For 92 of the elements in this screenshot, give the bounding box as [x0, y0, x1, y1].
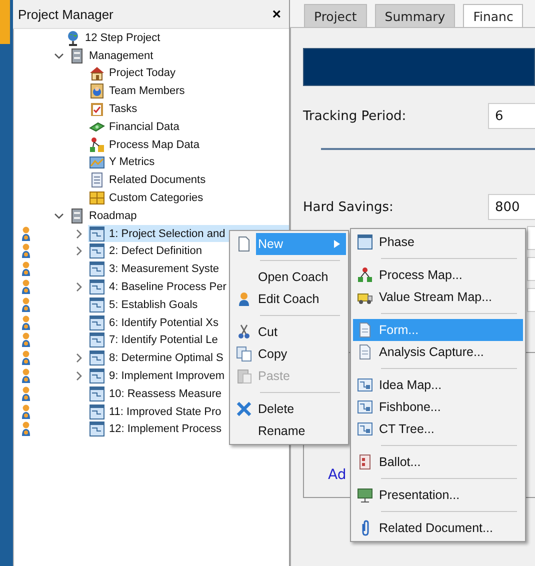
tree-item[interactable]: Financial Data: [88, 118, 182, 136]
tree-item[interactable]: Roadmap: [68, 207, 140, 224]
paste-icon: [236, 368, 252, 384]
expand-chevron-icon[interactable]: [74, 371, 84, 382]
delete-icon: [236, 401, 252, 417]
menu-item[interactable]: Open Coach: [256, 266, 346, 288]
document-icon: [357, 344, 373, 360]
document-icon: [236, 236, 252, 252]
boxes-icon: [89, 190, 105, 206]
chart-icon: [89, 154, 105, 170]
copy-icon: [236, 346, 252, 362]
menu-item[interactable]: Edit Coach: [256, 288, 346, 310]
menu-item[interactable]: CT Tree...: [353, 418, 523, 440]
menu-item[interactable]: Phase: [353, 231, 523, 253]
tab[interactable]: Summary: [374, 4, 456, 27]
field-label: Hard Savings:: [303, 200, 394, 214]
tree-item[interactable]: 2: Defect Definition: [88, 242, 205, 260]
tree-item[interactable]: 7: Identify Potential Le: [88, 332, 221, 349]
window-icon: [89, 350, 105, 366]
menu-item[interactable]: Ballot...: [353, 451, 523, 473]
tree-item[interactable]: 12: Implement Process: [88, 420, 224, 438]
window-icon: [89, 421, 105, 438]
tree-item[interactable]: 9: Implement Improvem: [88, 368, 228, 385]
field-label: Tracking Period:: [303, 108, 406, 124]
window-icon: [89, 314, 105, 331]
menu-item[interactable]: Cut: [256, 321, 346, 343]
tree-item[interactable]: 5: Establish Goals: [88, 296, 201, 314]
expand-chevron-icon[interactable]: [74, 246, 84, 256]
tree-item[interactable]: 11: Improved State Pro: [88, 403, 224, 420]
tree-item[interactable]: 6: Identify Potential Xs: [88, 314, 222, 332]
flowchart-icon: [357, 267, 373, 283]
window-icon: [89, 226, 105, 242]
menu-item[interactable]: Delete: [256, 398, 346, 420]
collapse-chevron-icon[interactable]: [54, 210, 64, 221]
tree-item[interactable]: Team Members: [88, 82, 188, 100]
house-icon: [89, 65, 105, 82]
person-card-icon: [89, 83, 105, 100]
input-field[interactable]: 6: [488, 103, 535, 129]
menu-item[interactable]: Related Document...: [353, 517, 523, 539]
tree-item[interactable]: Related Documents: [88, 172, 209, 189]
tab[interactable]: Project: [304, 4, 367, 27]
menu-item[interactable]: Rename: [256, 420, 346, 442]
document-icon: [89, 172, 105, 188]
window-icon: [357, 234, 373, 250]
menu-item[interactable]: Process Map...: [353, 264, 523, 286]
menu-item[interactable]: Fishbone...: [353, 396, 523, 418]
input-field[interactable]: 800: [488, 194, 535, 220]
clipboard-icon: [89, 101, 105, 118]
collapse-chevron-icon[interactable]: [54, 50, 64, 61]
expand-chevron-icon[interactable]: [74, 228, 84, 239]
menu-item[interactable]: Copy: [256, 343, 346, 365]
person-icon: [236, 291, 252, 307]
server-icon: [69, 48, 85, 64]
window-icon: [89, 368, 105, 384]
menu-item[interactable]: Value Stream Map...: [353, 286, 523, 308]
tree-item[interactable]: Process Map Data: [88, 136, 202, 154]
tree-item[interactable]: 3: Measurement Syste: [88, 260, 222, 278]
tree-item[interactable]: Custom Categories: [88, 190, 206, 207]
tree-item[interactable]: 4: Baseline Process Per: [88, 278, 230, 296]
tree-item[interactable]: 8: Determine Optimal S: [88, 350, 226, 367]
tab[interactable]: Financ: [463, 4, 524, 27]
tree-item[interactable]: 10: Reassess Measure: [88, 385, 224, 402]
menu-item[interactable]: Analysis Capture...: [353, 341, 523, 363]
panel-title: Project Manager: [18, 6, 114, 22]
globe-icon: [65, 30, 81, 46]
tree-item[interactable]: Management: [68, 47, 156, 64]
diagram-icon: [357, 377, 373, 393]
diagram-icon: [357, 421, 373, 437]
window-icon: [89, 279, 105, 296]
diagram-icon: [357, 399, 373, 415]
menu-item[interactable]: Idea Map...: [353, 374, 523, 396]
flowchart-icon: [89, 136, 105, 153]
close-button[interactable]: ×: [270, 6, 283, 22]
ballot-icon: [357, 454, 373, 470]
window-icon: [89, 404, 105, 420]
tree-item[interactable]: Y Metrics: [88, 154, 158, 171]
menu-item[interactable]: Presentation...: [353, 484, 523, 506]
window-icon: [89, 243, 105, 260]
window-icon: [89, 386, 105, 402]
add-link[interactable]: Ad: [328, 467, 346, 483]
window-icon: [89, 332, 105, 348]
tree-item[interactable]: 12 Step Project: [64, 29, 164, 46]
expand-chevron-icon[interactable]: [74, 353, 84, 364]
server-icon: [69, 208, 85, 224]
scissors-icon: [236, 324, 252, 340]
document-icon: [357, 322, 373, 338]
presentation-icon: [357, 487, 373, 503]
window-icon: [89, 296, 105, 313]
window-icon: [89, 261, 105, 278]
tree-item[interactable]: Tasks: [88, 100, 140, 118]
expand-chevron-icon[interactable]: [74, 282, 84, 292]
tree-item[interactable]: Project Today: [88, 64, 178, 82]
